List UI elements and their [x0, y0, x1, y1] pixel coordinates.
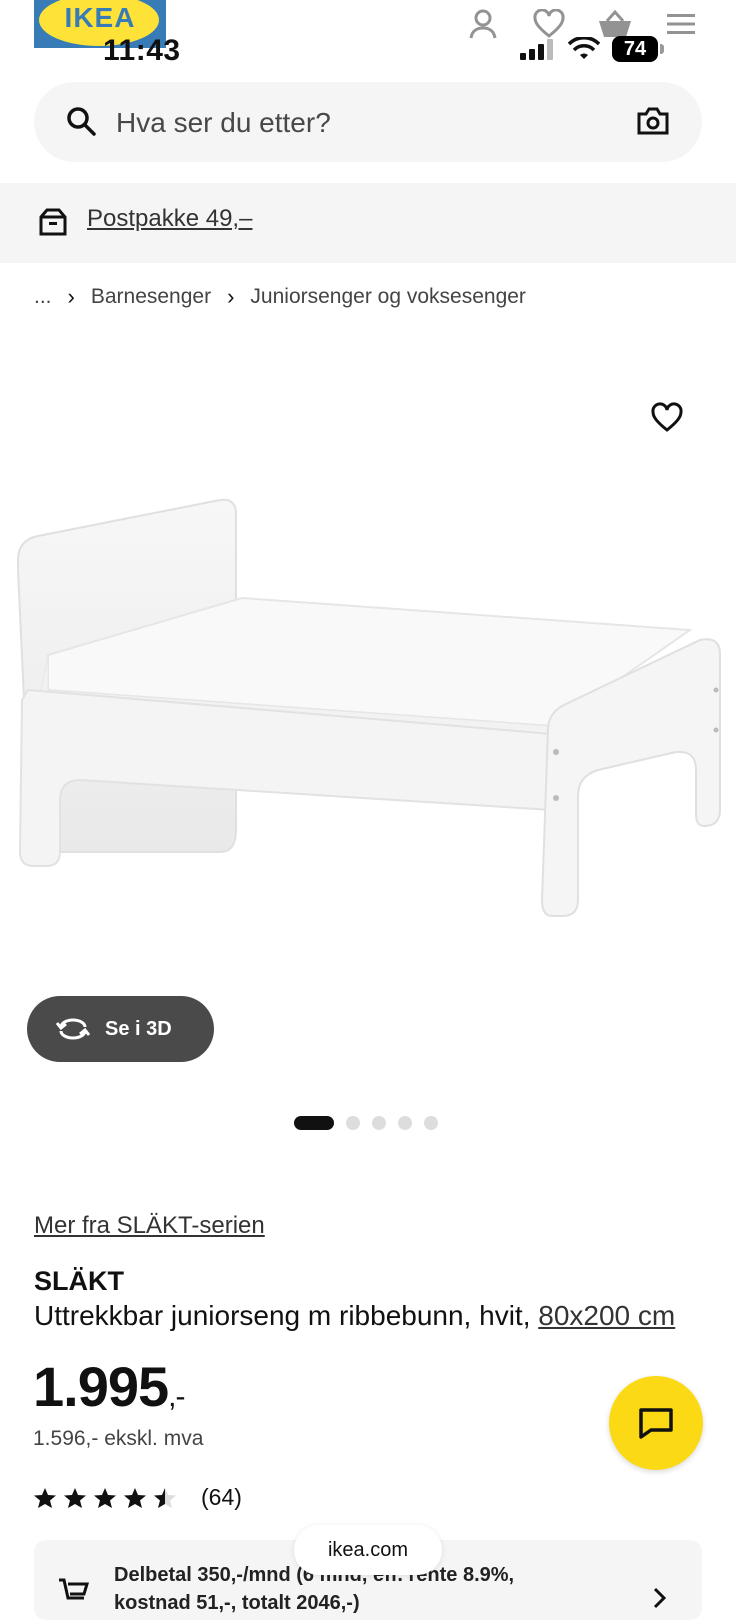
chevron-right-icon: ›	[227, 284, 235, 309]
logo-text: IKEA	[64, 2, 136, 33]
account-icon[interactable]	[450, 4, 516, 44]
chat-button[interactable]	[609, 1376, 703, 1470]
product-description: Uttrekkbar juniorseng m ribbebunn, hvit,…	[34, 1300, 675, 1332]
breadcrumb-item-barnesenger[interactable]: Barnesenger	[91, 285, 211, 309]
chevron-right-icon	[653, 1587, 667, 1609]
product-image[interactable]	[0, 480, 736, 960]
chevron-right-icon: ›	[67, 284, 75, 309]
size-link[interactable]: 80x200 cm	[538, 1300, 675, 1331]
product-name: SLÄKT	[34, 1266, 124, 1296]
camera-icon[interactable]	[636, 106, 670, 136]
carousel-dot[interactable]	[424, 1116, 438, 1130]
rating-stars[interactable]: (64)	[33, 1484, 242, 1511]
carousel-dot[interactable]	[346, 1116, 360, 1130]
breadcrumb-item-juniorsenger[interactable]: Juniorsenger og voksesenger	[250, 285, 526, 309]
price-value: 1.995	[33, 1355, 169, 1418]
view-in-3d-label: Se i 3D	[105, 1017, 172, 1040]
star-icon	[34, 1487, 56, 1508]
review-count: (64)	[201, 1484, 242, 1510]
price-suffix: ,-	[168, 1380, 185, 1413]
status-indicators: 74	[520, 36, 664, 62]
browser-domain-pill[interactable]: ikea.com	[294, 1525, 442, 1575]
delivery-promo-bar: Postpakke 49,–	[0, 183, 736, 263]
cart-icon	[59, 1578, 90, 1600]
heart-icon	[651, 402, 683, 432]
parcel-icon	[39, 208, 67, 236]
star-icon	[94, 1487, 116, 1508]
postpakke-link[interactable]: Postpakke 49,–	[87, 205, 252, 233]
battery-indicator: 74	[612, 36, 664, 62]
status-time: 11:43	[103, 34, 181, 67]
search-input[interactable]	[114, 102, 638, 144]
carousel-dots	[294, 1116, 438, 1130]
star-icon	[124, 1487, 146, 1508]
half-star-icon	[154, 1487, 176, 1508]
search-bar[interactable]	[34, 82, 702, 162]
product-price: 1.995,-	[33, 1354, 185, 1419]
price-excl-vat: 1.596,- ekskl. mva	[33, 1427, 204, 1450]
star-icon	[64, 1487, 86, 1508]
carousel-dot[interactable]	[398, 1116, 412, 1130]
view-in-3d-button[interactable]: Se i 3D	[27, 996, 214, 1062]
add-to-favorites-button[interactable]	[650, 402, 684, 439]
search-icon	[67, 107, 96, 136]
product-description-text: Uttrekkbar juniorseng m ribbebunn, hvit,	[34, 1300, 531, 1331]
rotate-3d-icon	[55, 1018, 91, 1040]
chat-icon	[639, 1408, 673, 1439]
carousel-dot[interactable]	[294, 1116, 334, 1130]
financing-line-2: kostnad 51,-, totalt 2046,-)	[114, 1592, 360, 1614]
breadcrumb: ... › Barnesenger › Juniorsenger og voks…	[34, 284, 526, 310]
series-link[interactable]: Mer fra SLÄKT-serien	[34, 1212, 265, 1240]
carousel-dot[interactable]	[372, 1116, 386, 1130]
signal-icon	[520, 39, 553, 60]
breadcrumb-ellipsis[interactable]: ...	[34, 285, 52, 309]
wifi-icon	[568, 37, 600, 59]
